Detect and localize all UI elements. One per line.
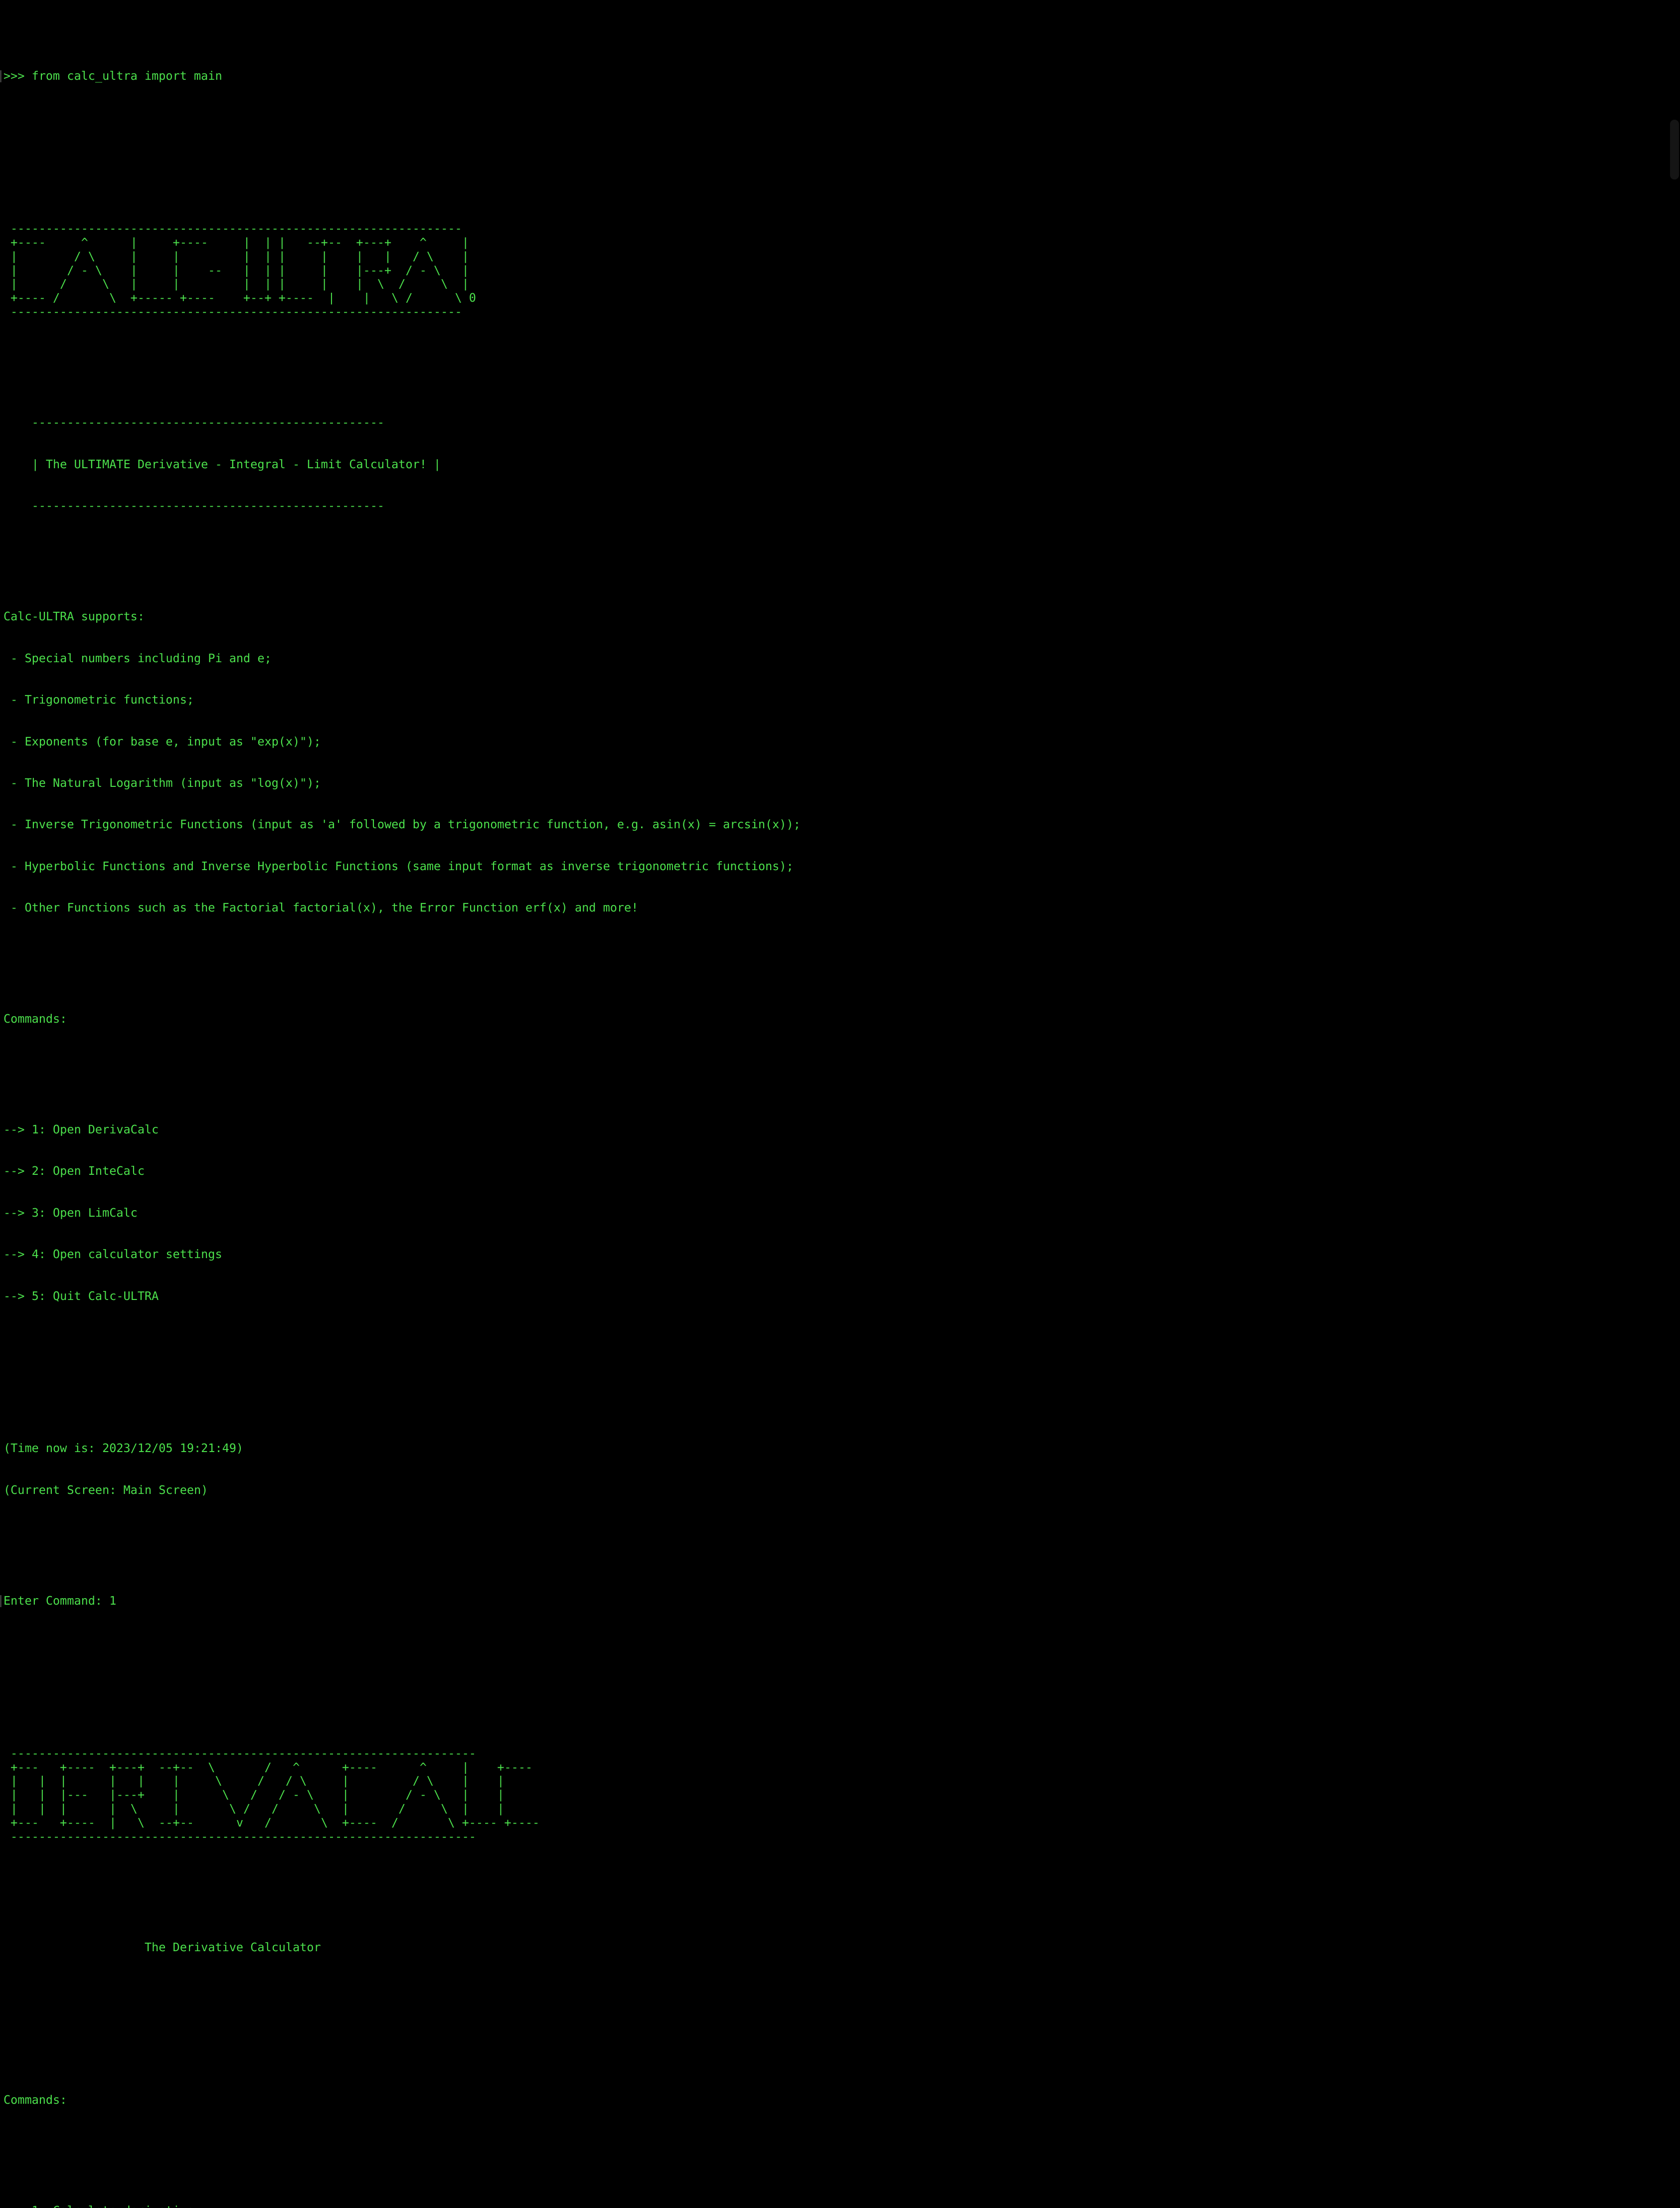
supports-item: - Hyperbolic Functions and Inverse Hyper…	[3, 859, 794, 873]
main-command-item-1[interactable]: --> 1: Open DerivaCalc	[3, 1122, 1680, 1137]
scrollbar-thumb[interactable]	[1670, 120, 1679, 180]
supports-item: - Inverse Trigonometric Functions (input…	[3, 817, 801, 832]
main-command-item-5[interactable]: --> 5: Quit Calc-ULTRA	[3, 1289, 1680, 1303]
supports-item: - Special numbers including Pi and e;	[3, 651, 272, 665]
supports-item: - Trigonometric functions;	[3, 693, 194, 707]
derivacalc-commands-heading: Commands:	[3, 2092, 67, 2107]
tagline-top-rule: ----------------------------------------…	[3, 415, 385, 430]
current-screen-status: (Current Screen: Main Screen)	[3, 1482, 208, 1497]
tagline-text: | The ULTIMATE Derivative - Integral - L…	[3, 457, 441, 471]
tagline-bottom-rule: ----------------------------------------…	[3, 499, 385, 513]
python-import-line: >>> from calc_ultra import main	[0, 69, 1680, 83]
main-commands-heading: Commands:	[3, 1011, 67, 1026]
supports-heading: Calc-ULTRA supports:	[3, 609, 145, 624]
main-command-item-2[interactable]: --> 2: Open InteCalc	[3, 1164, 1680, 1178]
time-now-status: (Time now is: 2023/12/05 19:21:49)	[3, 1441, 244, 1456]
supports-item: - The Natural Logarithm (input as "log(x…	[3, 776, 321, 790]
supports-item: - Other Functions such as the Factorial …	[3, 901, 639, 915]
main-command-item-4[interactable]: --> 4: Open calculator settings	[3, 1247, 1680, 1262]
derivacalc-ascii-banner: ----------------------------------------…	[10, 1746, 540, 1843]
enter-command-input-1[interactable]: Enter Command: 1	[0, 1594, 1680, 1608]
terminal-output: >>> from calc_ultra import main --------…	[0, 28, 1680, 2208]
derivacalc-command-item-1[interactable]: --> 1: Calculate derivative	[3, 2204, 1680, 2208]
main-command-item-3[interactable]: --> 3: Open LimCalc	[3, 1206, 1680, 1220]
calc-ultra-ascii-banner: ----------------------------------------…	[10, 221, 476, 319]
supports-item: - Exponents (for base e, input as "exp(x…	[3, 734, 321, 748]
derivacalc-subtitle: The Derivative Calculator	[3, 1940, 321, 1954]
terminal-window[interactable]: >>> from calc_ultra import main --------…	[0, 0, 1680, 2208]
